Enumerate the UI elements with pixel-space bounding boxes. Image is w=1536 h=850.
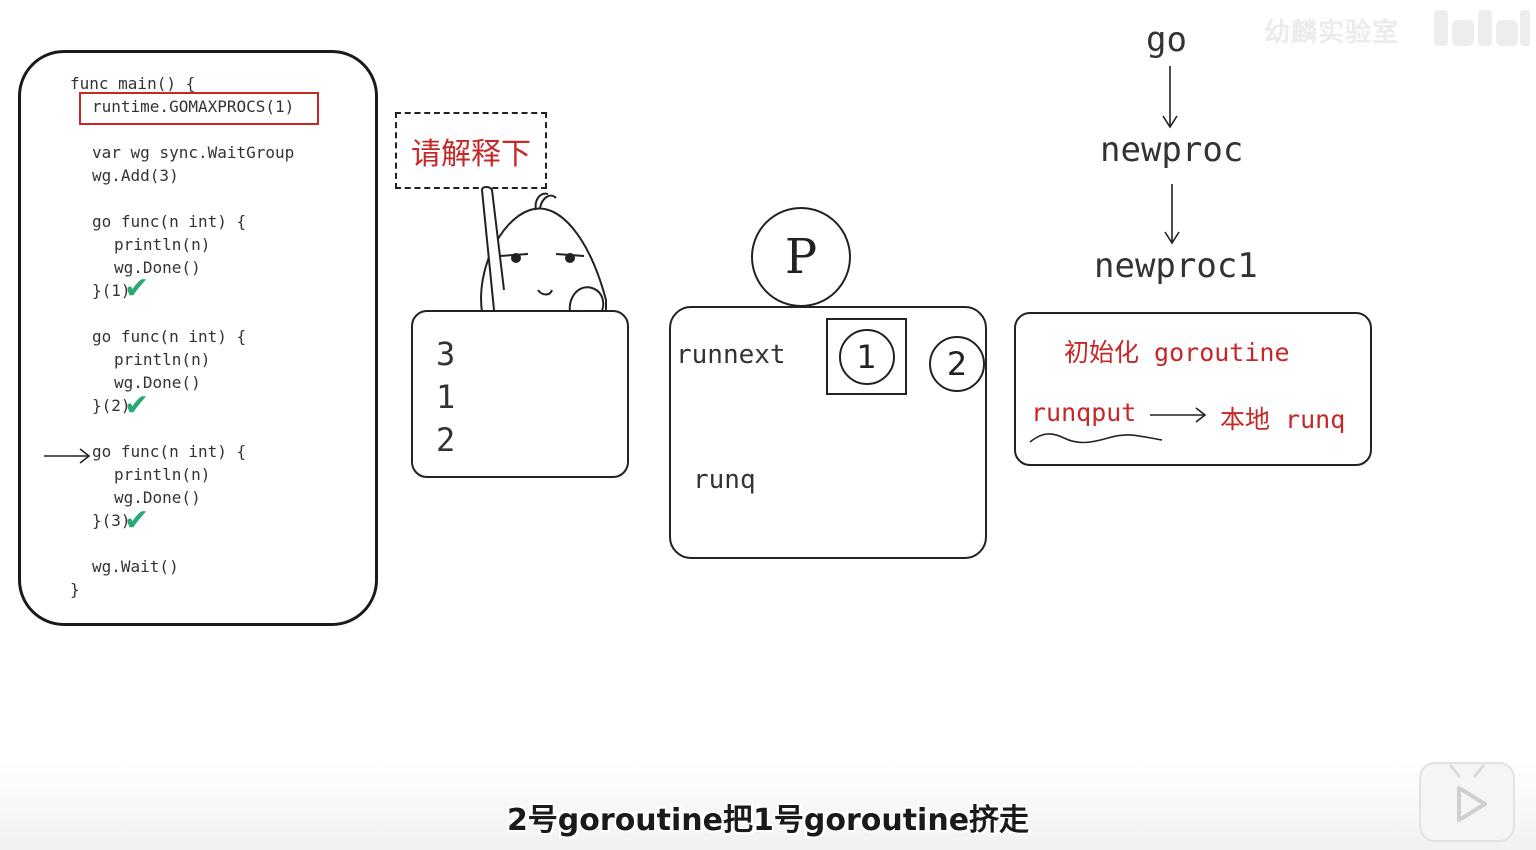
output-value: 2 — [436, 421, 456, 459]
code-go-func-3: go func(n int) { — [92, 442, 247, 461]
code-go-func-2: go func(n int) { — [92, 327, 247, 346]
code-wg-add: wg.Add(3) — [92, 166, 179, 185]
checkmark-icon: ✔ — [124, 503, 150, 538]
code-func-main: func main() { — [70, 74, 196, 93]
right-arrow-icon — [1150, 405, 1208, 429]
checkmark-icon: ✔ — [124, 271, 150, 306]
checkmark-icon: ✔ — [124, 388, 150, 423]
bilibili-tv-icon[interactable] — [1419, 762, 1515, 842]
subtitle-text: 2号goroutine把1号goroutine挤走 — [506, 803, 1030, 838]
code-gomaxprocs: runtime.GOMAXPROCS(1) — [92, 97, 295, 116]
current-line-arrow-icon — [44, 446, 92, 470]
runnext-slot: 1 — [826, 318, 907, 395]
goroutine-1: 1 — [838, 328, 895, 385]
flow-step-newproc1: newproc1 — [1094, 246, 1258, 286]
watermark-text: 幼麟实验室 — [1264, 18, 1400, 48]
down-arrow-icon — [1162, 184, 1182, 250]
code-println-1: println(n) — [114, 235, 211, 254]
speech-bubble: 请解释下 — [395, 112, 547, 189]
runq-label: runq — [693, 465, 756, 495]
code-go-func-1: go func(n int) { — [92, 212, 247, 231]
processor-label: P — [751, 207, 851, 307]
code-println-2: println(n) — [114, 350, 211, 369]
code-println-3: println(n) — [114, 465, 211, 484]
code-wg-wait: wg.Wait() — [92, 557, 179, 576]
code-close-main: } — [70, 580, 80, 599]
init-goroutine-text: 初始化 goroutine — [1064, 338, 1290, 367]
output-value: 3 — [436, 335, 456, 373]
runnext-label: runnext — [676, 340, 786, 370]
mascot-character-icon — [460, 180, 620, 330]
goroutine-2: 2 — [929, 336, 985, 392]
flow-step-newproc: newproc — [1100, 130, 1244, 170]
flow-step-go: go — [1146, 20, 1187, 60]
speech-text: 请解释下 — [411, 136, 531, 172]
output-value: 1 — [436, 378, 456, 416]
bilibili-logo-icon — [1432, 6, 1532, 50]
runqput-text: runqput — [1031, 398, 1137, 427]
code-var-wg: var wg sync.WaitGroup — [92, 143, 295, 162]
local-runq-text: 本地 runq — [1220, 405, 1346, 434]
wavy-underline — [1028, 430, 1164, 450]
down-arrow-icon — [1160, 66, 1180, 134]
